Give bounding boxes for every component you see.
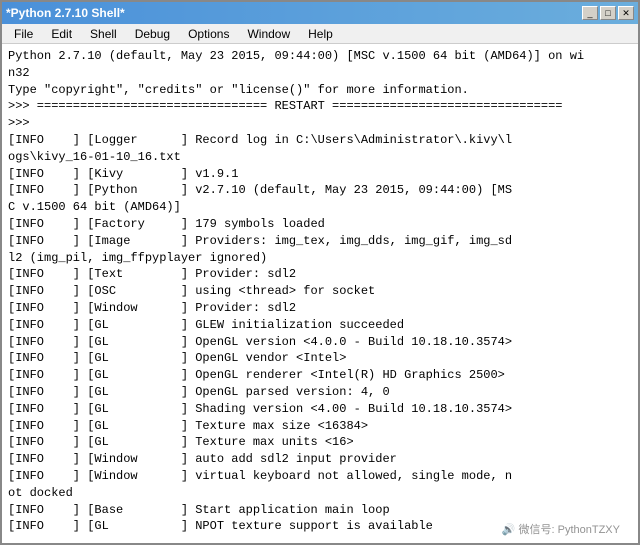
console-line: [INFO ] [Python ] v2.7.10 (default, May … [8, 182, 632, 199]
console-line: [INFO ] [Logger ] Record log in C:\Users… [8, 132, 632, 149]
console-line: [INFO ] [Window ] auto add sdl2 input pr… [8, 451, 632, 468]
console-line: [INFO ] [Window ] virtual keyboard not a… [8, 468, 632, 485]
menu-help[interactable]: Help [300, 25, 341, 43]
close-button[interactable]: ✕ [618, 6, 634, 20]
menu-window[interactable]: Window [239, 25, 298, 43]
window-controls: _ □ ✕ [582, 6, 634, 20]
console-line: n32 [8, 65, 632, 82]
console-line: ogs\kivy_16-01-10_16.txt [8, 149, 632, 166]
watermark-icon: 🔊 [502, 524, 516, 536]
console-line: [INFO ] [Factory ] 179 symbols loaded [8, 216, 632, 233]
maximize-button[interactable]: □ [600, 6, 616, 20]
console-line: >>> [8, 115, 632, 132]
console-line: [INFO ] [GL ] GLEW initialization succee… [8, 317, 632, 334]
console-line: [INFO ] [OSC ] using <thread> for socket [8, 283, 632, 300]
watermark: 🔊 微信号: PythonTZXY [502, 521, 620, 537]
minimize-button[interactable]: _ [582, 6, 598, 20]
menu-edit[interactable]: Edit [43, 25, 80, 43]
console-line: [INFO ] [GL ] OpenGL parsed version: 4, … [8, 384, 632, 401]
console-line: [INFO ] [GL ] Texture max size <16384> [8, 418, 632, 435]
menu-debug[interactable]: Debug [127, 25, 178, 43]
menu-bar: File Edit Shell Debug Options Window Hel… [2, 24, 638, 44]
window-title: *Python 2.7.10 Shell* [6, 6, 125, 20]
console-line: [INFO ] [Text ] Provider: sdl2 [8, 266, 632, 283]
console-line: ot docked [8, 485, 632, 502]
menu-file[interactable]: File [6, 25, 41, 43]
console-line: Type "copyright", "credits" or "license(… [8, 82, 632, 99]
console-line: [INFO ] [Base ] Start application main l… [8, 502, 632, 519]
console-line: [INFO ] [Kivy ] v1.9.1 [8, 166, 632, 183]
console-output[interactable]: Python 2.7.10 (default, May 23 2015, 09:… [2, 44, 638, 543]
title-bar: *Python 2.7.10 Shell* _ □ ✕ [2, 2, 638, 24]
console-line: C v.1500 64 bit (AMD64)] [8, 199, 632, 216]
console-line: l2 (img_pil, img_ffpyplayer ignored) [8, 250, 632, 267]
console-line: [INFO ] [Window ] Provider: sdl2 [8, 300, 632, 317]
console-line: [INFO ] [Image ] Providers: img_tex, img… [8, 233, 632, 250]
console-line: [INFO ] [GL ] Texture max units <16> [8, 434, 632, 451]
menu-shell[interactable]: Shell [82, 25, 125, 43]
watermark-text: 微信号: PythonTZXY [519, 524, 620, 536]
console-line: [INFO ] [GL ] OpenGL version <4.0.0 - Bu… [8, 334, 632, 351]
console-line: Python 2.7.10 (default, May 23 2015, 09:… [8, 48, 632, 65]
menu-options[interactable]: Options [180, 25, 237, 43]
console-line: >>> ================================ RES… [8, 98, 632, 115]
console-line: [INFO ] [GL ] OpenGL vendor <Intel> [8, 350, 632, 367]
main-window: *Python 2.7.10 Shell* _ □ ✕ File Edit Sh… [0, 0, 640, 545]
console-line: [INFO ] [GL ] Shading version <4.00 - Bu… [8, 401, 632, 418]
console-line: [INFO ] [GL ] OpenGL renderer <Intel(R) … [8, 367, 632, 384]
